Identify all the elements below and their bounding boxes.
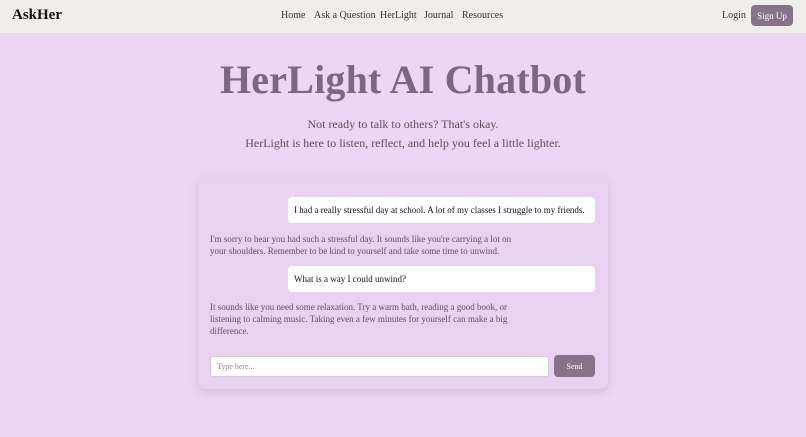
nav-links: Home Ask a Question HerLight Journal Res…	[0, 10, 806, 24]
nav-link-ask-a-question[interactable]: Ask a Question	[314, 10, 376, 21]
top-navbar: AskHer Home Ask a Question HerLight Jour…	[0, 0, 806, 34]
bot-message: I'm sorry to hear you had such a stressf…	[210, 234, 512, 256]
nav-link-journal[interactable]: Journal	[424, 10, 453, 21]
subtitle-line-2: HerLight is here to listen, reflect, and…	[245, 136, 561, 150]
login-link[interactable]: Login	[722, 10, 746, 21]
chat-panel: I had a really stressful day at school. …	[198, 177, 608, 389]
subtitle-line-1: Not ready to talk to others? That's okay…	[307, 117, 499, 131]
bot-message: It sounds like you need some relaxation.…	[210, 302, 508, 336]
nav-link-herlight[interactable]: HerLight	[380, 10, 417, 21]
send-button[interactable]: Send	[554, 355, 595, 377]
nav-link-home[interactable]: Home	[281, 10, 305, 21]
sign-up-button[interactable]: Sign Up	[751, 5, 793, 26]
nav-link-resources[interactable]: Resources	[462, 10, 503, 21]
user-message: What is a way I could unwind?	[288, 266, 595, 292]
page-title: HerLight AI Chatbot	[219, 57, 587, 102]
user-message: I had a really stressful day at school. …	[288, 197, 595, 223]
chat-input[interactable]	[210, 356, 549, 377]
